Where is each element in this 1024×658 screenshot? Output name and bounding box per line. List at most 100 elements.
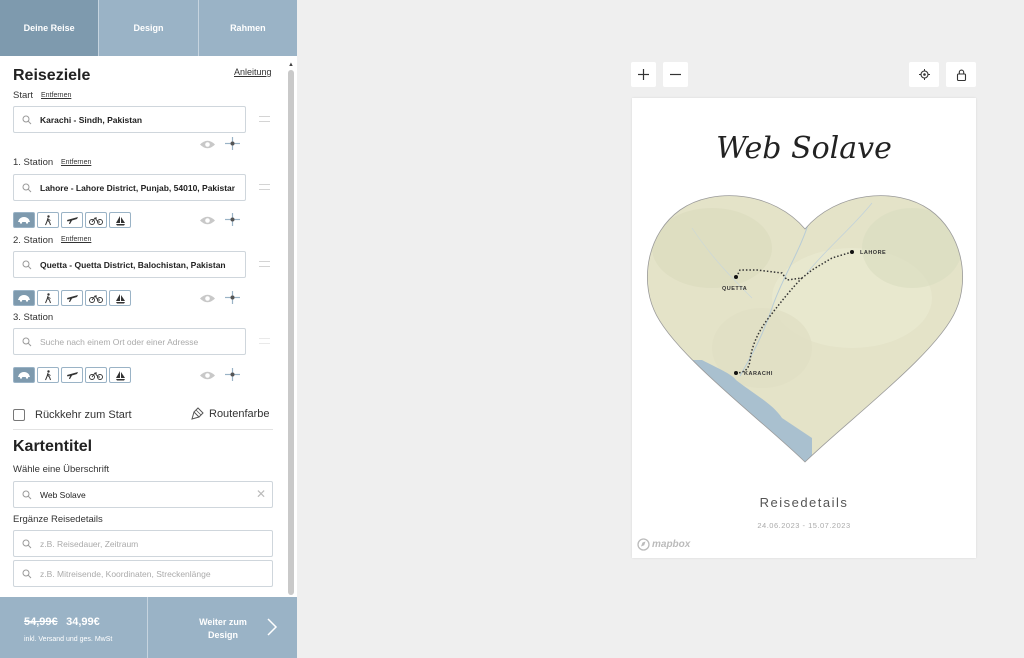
station-2-input[interactable] [40, 259, 235, 270]
station-3-input[interactable] [40, 336, 235, 347]
station-3-field [13, 328, 246, 355]
walk-mode-button[interactable] [37, 367, 59, 383]
marker-lahore[interactable] [850, 250, 854, 254]
city-label-quetta: QUETTA [722, 286, 747, 292]
start-field [13, 106, 246, 133]
bike-mode-button[interactable] [85, 290, 107, 306]
bike-icon [89, 294, 103, 303]
drag-handle-icon[interactable] [259, 261, 270, 267]
drag-handle-icon[interactable] [259, 338, 270, 344]
boat-mode-button[interactable] [109, 212, 131, 228]
poster-preview: Web Solave QUETTA LAHORE KARACHI [632, 98, 976, 558]
eye-icon[interactable] [199, 370, 216, 381]
boat-mode-button[interactable] [109, 290, 131, 306]
eye-icon[interactable] [199, 139, 216, 150]
destinations-title: Reiseziele [13, 67, 91, 84]
search-icon [14, 260, 40, 270]
heading-input[interactable] [40, 489, 235, 500]
station-1-label: 1. Station [13, 157, 54, 168]
zoom-out-button[interactable] [663, 62, 688, 87]
plane-icon [66, 293, 79, 303]
station-2-label: 2. Station [13, 235, 54, 246]
details-input-1[interactable] [40, 538, 235, 549]
city-label-lahore: LAHORE [860, 250, 886, 256]
station-1-input[interactable] [40, 182, 235, 193]
eye-icon[interactable] [199, 215, 216, 226]
plane-mode-button[interactable] [61, 212, 83, 228]
drag-handle-icon[interactable] [259, 184, 270, 190]
station-2-remove-link[interactable]: Entfernen [61, 236, 91, 243]
boat-icon [115, 215, 126, 226]
walk-icon [44, 369, 52, 381]
plane-mode-button[interactable] [61, 290, 83, 306]
clear-icon[interactable]: ✕ [256, 487, 266, 501]
car-icon [17, 216, 31, 224]
start-label: Start [13, 90, 34, 101]
eye-icon[interactable] [199, 293, 216, 304]
move-icon[interactable] [224, 367, 241, 382]
tab-deine-reise[interactable]: Deine Reise [0, 0, 100, 56]
move-icon[interactable] [224, 212, 241, 227]
details-input-2[interactable] [40, 568, 235, 579]
minus-icon [670, 73, 681, 76]
bike-mode-button[interactable] [85, 212, 107, 228]
boat-mode-button[interactable] [109, 367, 131, 383]
walk-mode-button[interactable] [37, 290, 59, 306]
step-tabs: Deine Reise Design Rahmen [0, 0, 297, 56]
editor-panel: Deine Reise Design Rahmen ▲ Reiseziele A… [0, 0, 297, 658]
price-note: inkl. Versand und ges. MwSt [24, 636, 113, 643]
old-price: 54,99€ [24, 616, 58, 628]
recenter-button[interactable] [909, 62, 939, 87]
lock-icon [956, 69, 966, 81]
drag-handle-icon[interactable] [259, 116, 270, 122]
mapbox-icon [637, 538, 650, 551]
station-1-remove-link[interactable]: Entfernen [61, 159, 91, 166]
search-icon [14, 183, 40, 193]
car-mode-button[interactable] [13, 367, 35, 383]
heading-field: ✕ [13, 481, 273, 508]
search-icon [14, 115, 40, 125]
move-icon[interactable] [224, 290, 241, 305]
poster-dates: 24.06.2023 - 15.07.2023 [757, 521, 851, 530]
map-area[interactable] [632, 178, 976, 478]
walk-mode-button[interactable] [37, 212, 59, 228]
lock-button[interactable] [946, 62, 976, 87]
car-icon [17, 371, 31, 379]
plane-icon [66, 370, 79, 380]
new-price: 34,99€ [66, 616, 100, 628]
car-mode-button[interactable] [13, 212, 35, 228]
search-icon [14, 539, 40, 549]
bike-icon [89, 371, 103, 380]
start-remove-link[interactable]: Entfernen [41, 92, 71, 99]
station-3-label: 3. Station [13, 312, 54, 323]
route-color-label: Routenfarbe [209, 407, 270, 420]
crosshair-icon [918, 69, 930, 80]
details-label: Ergänze Reisedetails [13, 514, 103, 525]
return-to-start-label: Rückkehr zum Start [35, 409, 132, 421]
chevron-right-icon [267, 618, 278, 636]
return-to-start-checkbox[interactable] [13, 409, 25, 421]
car-icon [17, 294, 31, 302]
start-input[interactable] [40, 114, 235, 125]
panel-scrollbar[interactable]: ▲ [288, 62, 294, 597]
route-color-button[interactable]: Routenfarbe [191, 407, 270, 420]
move-icon[interactable] [224, 136, 241, 151]
mapbox-logo: mapbox [637, 538, 690, 551]
heading-label: Wähle eine Überschrift [13, 464, 110, 475]
city-label-karachi: KARACHI [744, 371, 773, 377]
marker-karachi[interactable] [734, 371, 738, 375]
bike-icon [89, 216, 103, 225]
bike-mode-button[interactable] [85, 367, 107, 383]
tab-rahmen[interactable]: Rahmen [198, 0, 297, 56]
boat-icon [115, 370, 126, 381]
next-to-design-button[interactable]: Weiter zum Design [148, 597, 297, 658]
zoom-in-button[interactable] [631, 62, 656, 87]
station-2-transport-modes [13, 290, 131, 306]
marker-quetta[interactable] [734, 275, 738, 279]
search-icon [14, 569, 40, 579]
plane-mode-button[interactable] [61, 367, 83, 383]
car-mode-button[interactable] [13, 290, 35, 306]
station-1-field [13, 174, 246, 201]
guide-link[interactable]: Anleitung [234, 67, 272, 77]
tab-design[interactable]: Design [99, 0, 199, 56]
